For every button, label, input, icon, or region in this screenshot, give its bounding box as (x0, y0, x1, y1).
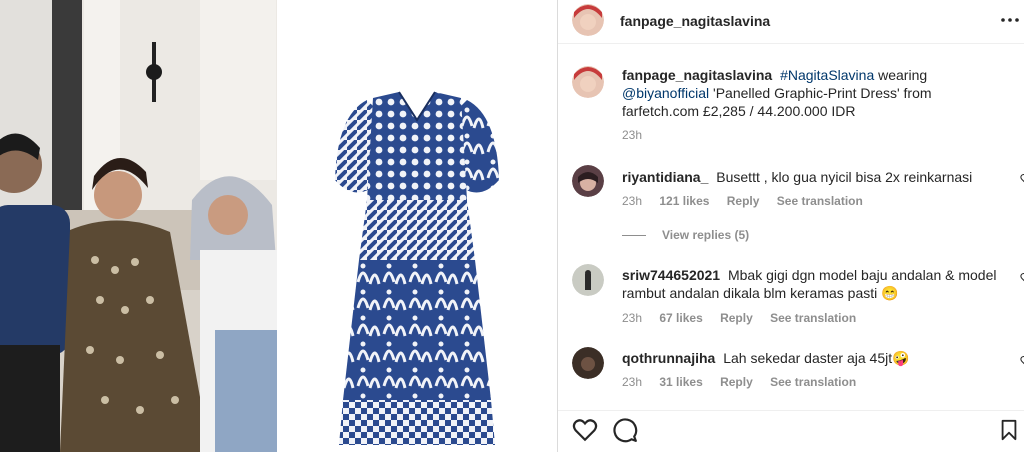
comment-likes[interactable]: 121 likes (659, 194, 709, 208)
author-avatar[interactable] (572, 4, 604, 36)
product-image (277, 0, 557, 452)
comment-likes[interactable]: 31 likes (659, 375, 702, 389)
see-translation-button[interactable]: See translation (770, 311, 856, 325)
heart-icon[interactable] (572, 417, 598, 443)
caption-meta: 23h (622, 128, 656, 142)
caption-username[interactable]: fanpage_nagitaslavina (622, 67, 772, 83)
comment-heart-icon[interactable] (1020, 355, 1024, 367)
see-translation-button[interactable]: See translation (770, 375, 856, 389)
reply-button[interactable]: Reply (727, 194, 760, 208)
comment-body: Lah sekedar daster aja 45jt🤪 (723, 350, 910, 366)
comment-username[interactable]: riyantidiana_ (622, 169, 708, 185)
comment-time[interactable]: 23h (622, 194, 642, 208)
avatar-image (572, 347, 604, 379)
see-translation-button[interactable]: See translation (777, 194, 863, 208)
comment-heart-icon[interactable] (1020, 272, 1024, 284)
caption-author-avatar[interactable] (572, 66, 604, 98)
dress-illustration (335, 91, 499, 445)
commenter-avatar[interactable] (572, 264, 604, 296)
reply-button[interactable]: Reply (720, 311, 753, 325)
post-media[interactable] (0, 0, 557, 452)
caption-text: fanpage_nagitaslavina #NagitaSlavina wea… (622, 66, 1012, 120)
commenter-avatar[interactable] (572, 347, 604, 379)
view-replies-button[interactable]: View replies (5) (622, 228, 749, 242)
comment-body: Busettt , klo gua nyicil bisa 2x reinkar… (716, 169, 973, 185)
caption-hashtag[interactable]: #NagitaSlavina (780, 67, 874, 83)
post-photo (0, 0, 277, 452)
comment-time[interactable]: 23h (622, 311, 642, 325)
comment-heart-icon[interactable] (1020, 173, 1024, 185)
reply-button[interactable]: Reply (720, 375, 753, 389)
comment-text: riyantidiana_ Busettt , klo gua nyicil b… (622, 168, 1012, 186)
comment-username[interactable]: sriw744652021 (622, 267, 720, 283)
comment-text: qothrunnajiha Lah sekedar daster aja 45j… (622, 349, 1012, 367)
comment-meta: 23h 67 likes Reply See translation (622, 311, 870, 325)
comment-meta: 23h 31 likes Reply See translation (622, 375, 870, 389)
comment-text: sriw744652021 Mbak gigi dgn model baju a… (622, 266, 1012, 302)
comment-time[interactable]: 23h (622, 375, 642, 389)
comment-icon[interactable] (612, 417, 638, 443)
comment-likes[interactable]: 67 likes (659, 311, 702, 325)
people-photo-illustration (0, 0, 277, 452)
avatar-image (572, 4, 604, 36)
more-options-icon[interactable] (998, 10, 1022, 30)
avatar-image (572, 264, 604, 296)
action-bar (558, 410, 1024, 452)
view-replies-label: View replies (5) (662, 228, 750, 242)
avatar-image (572, 165, 604, 197)
comment-meta: 23h 121 likes Reply See translation (622, 194, 877, 208)
post-author-username[interactable]: fanpage_nagitaslavina (620, 13, 770, 29)
commenter-avatar[interactable] (572, 165, 604, 197)
bookmark-icon[interactable] (998, 417, 1020, 443)
comments-panel: fanpage_nagitaslavina fanpage_nagitaslav… (558, 0, 1024, 452)
view-replies-line (622, 235, 646, 237)
comment-username[interactable]: qothrunnajiha (622, 350, 715, 366)
caption-time[interactable]: 23h (622, 128, 642, 142)
post-header: fanpage_nagitaslavina (558, 0, 1024, 44)
avatar-image (572, 66, 604, 98)
caption-wearing: wearing (878, 67, 928, 83)
caption-mention[interactable]: @biyanofficial (622, 85, 709, 101)
